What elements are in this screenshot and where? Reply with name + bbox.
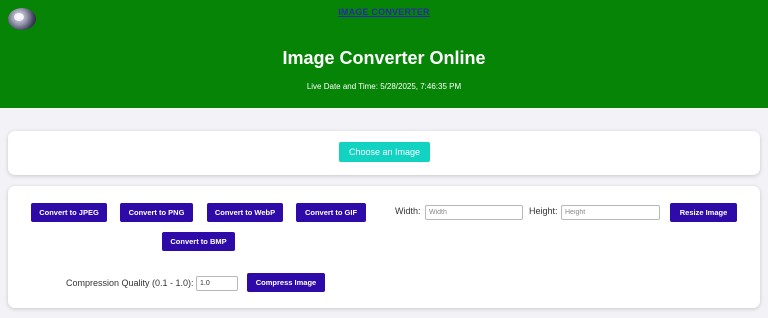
choose-image-button[interactable]: Choose an Image bbox=[339, 142, 430, 162]
compression-quality-label: Compression Quality (0.1 - 1.0): bbox=[66, 278, 194, 288]
height-label: Height: bbox=[529, 206, 558, 216]
resize-image-button[interactable]: Resize Image bbox=[670, 203, 737, 222]
convert-gif-button[interactable]: Convert to GIF bbox=[296, 203, 366, 222]
convert-jpeg-button[interactable]: Convert to JPEG bbox=[31, 203, 107, 222]
compression-quality-input[interactable] bbox=[196, 276, 238, 291]
convert-webp-button[interactable]: Convert to WebP bbox=[207, 203, 283, 222]
page-title: Image Converter Online bbox=[282, 48, 486, 68]
header-banner: IMAGE CONVERTER Image Converter Online L… bbox=[0, 0, 768, 108]
compress-image-button[interactable]: Compress Image bbox=[247, 273, 325, 292]
width-input[interactable] bbox=[425, 205, 523, 220]
width-label: Width: bbox=[395, 206, 421, 216]
live-datetime: Live Date and Time: 5/28/2025, 7:46:35 P… bbox=[306, 82, 462, 91]
nav-link-image-converter[interactable]: IMAGE CONVERTER bbox=[0, 7, 768, 17]
convert-bmp-button[interactable]: Convert to BMP bbox=[162, 232, 235, 251]
upload-card: Choose an Image bbox=[8, 131, 760, 175]
tools-card: Convert to JPEG Convert to PNG Convert t… bbox=[8, 186, 760, 308]
convert-png-button[interactable]: Convert to PNG bbox=[120, 203, 193, 222]
height-input[interactable] bbox=[561, 205, 660, 220]
